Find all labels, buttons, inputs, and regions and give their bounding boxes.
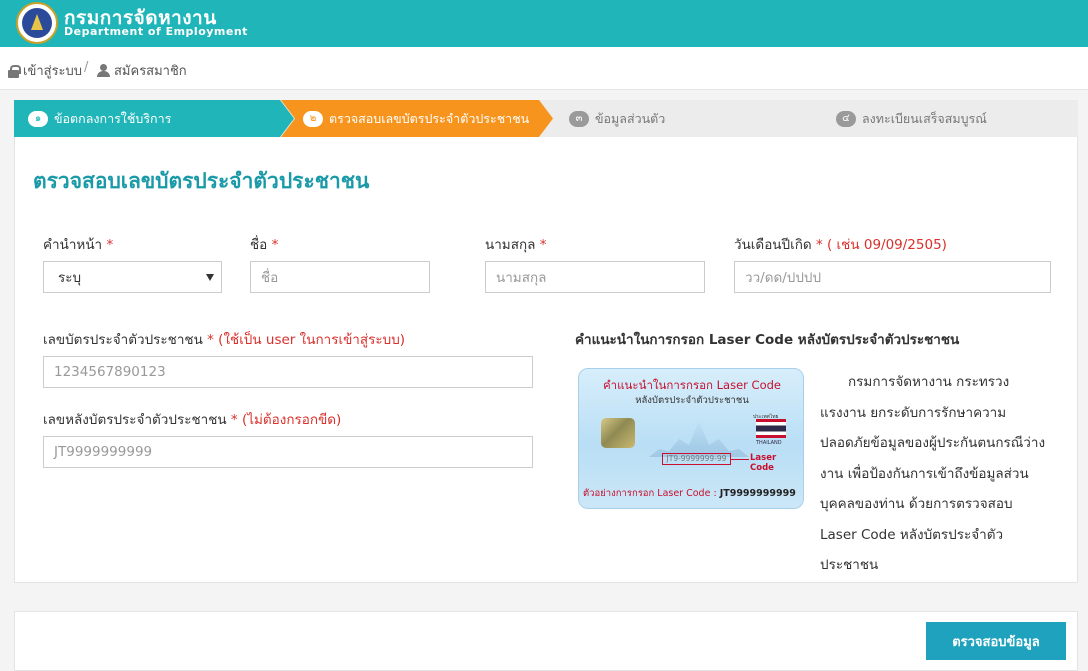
- laser-code-guide-title: คำแนะนำในการกรอก Laser Code หลังบัตรประจ…: [575, 332, 960, 348]
- lastname-input[interactable]: นามสกุล: [485, 261, 705, 293]
- id-card-back-illustration: คำแนะนำในการกรอก Laser Code หลังบัตรประจ…: [578, 368, 804, 509]
- lastname-label: นามสกุล *: [485, 237, 547, 253]
- card-laser-sample: JT9-9999999-99: [662, 453, 731, 465]
- laser-code-label: เลขหลังบัตรประจำตัวประชาชน * (ไม่ต้องกรอ…: [43, 412, 342, 428]
- site-header: กรมการจัดหางาน Department of Employment: [0, 0, 1088, 47]
- prefix-selected-value: ระบุ: [58, 270, 82, 286]
- birthdate-input[interactable]: วว/ดด/ปปปป: [734, 261, 1051, 293]
- laser-code-input[interactable]: JT9999999999: [43, 436, 533, 468]
- temple-watermark-icon: [649, 421, 749, 457]
- id-verification-panel: ตรวจสอบเลขบัตรประจำตัวประชาชน คำนำหน้า *…: [14, 137, 1078, 583]
- step-label: ข้อมูลส่วนตัว: [595, 110, 666, 126]
- step-terms: ๑ ข้อตกลงการใช้บริการ: [14, 100, 294, 137]
- card-guide-subtitle: หลังบัตรประจำตัวประชาชน: [635, 395, 749, 406]
- firstname-placeholder: ชื่อ: [261, 270, 279, 286]
- firstname-label: ชื่อ *: [250, 237, 279, 253]
- breadcrumb-register[interactable]: สมัครสมาชิก: [97, 60, 187, 81]
- id-number-label: เลขบัตรประจำตัวประชาชน * (ใช้เป็น user ใ…: [43, 332, 406, 348]
- step-registration-complete: ๔ ลงทะเบียนเสร็จสมบูรณ์: [836, 100, 1076, 137]
- verify-submit-button[interactable]: ตรวจสอบข้อมูล: [926, 622, 1066, 660]
- chip-icon: [601, 418, 635, 448]
- department-seal-logo[interactable]: [16, 2, 58, 44]
- prefix-label: คำนำหน้า *: [43, 237, 114, 253]
- lastname-placeholder: นามสกุล: [496, 270, 547, 286]
- step-number-badge: ๔: [836, 110, 856, 127]
- breadcrumb: เข้าสู่ระบบ / สมัครสมาชิก: [0, 47, 1088, 90]
- birthdate-label: วันเดือนปีเกิด * ( เช่น 09/09/2505): [734, 237, 947, 253]
- caret-down-icon: [206, 274, 214, 281]
- id-number-placeholder: 1234567890123: [54, 364, 166, 380]
- progress-steps: ๑ ข้อตกลงการใช้บริการ ๒ ตรวจสอบเลขบัตรปร…: [14, 100, 1078, 137]
- step-number-badge: ๑: [28, 110, 48, 127]
- id-number-input[interactable]: 1234567890123: [43, 356, 533, 388]
- user-icon: [97, 64, 110, 77]
- breadcrumb-separator: /: [84, 60, 89, 75]
- card-country: THAILAND: [756, 440, 782, 446]
- card-laser-label: Laser Code: [750, 453, 777, 473]
- step-number-badge: ๓: [569, 110, 589, 127]
- laser-pointer-line: [731, 459, 749, 460]
- step-label: ลงทะเบียนเสร็จสมบูรณ์: [862, 110, 987, 126]
- breadcrumb-login-link[interactable]: เข้าสู่ระบบ: [8, 60, 82, 81]
- brand-name-english: Department of Employment: [64, 25, 248, 38]
- breadcrumb-login-label: เข้าสู่ระบบ: [23, 64, 83, 79]
- breadcrumb-register-label: สมัครสมาชิก: [114, 64, 187, 79]
- step-number-badge: ๒: [303, 110, 323, 127]
- card-example: ตัวอย่างการกรอก Laser Code : JT999999999…: [583, 488, 796, 499]
- form-footer: ตรวจสอบข้อมูล: [14, 611, 1078, 671]
- step-label: ข้อตกลงการใช้บริการ: [54, 110, 172, 126]
- birthdate-placeholder: วว/ดด/ปปปป: [745, 270, 822, 286]
- firstname-input[interactable]: ชื่อ: [250, 261, 430, 293]
- laser-code-guide-description: กรมการจัดหางาน กระทรวงแรงงาน ยกระดับการร…: [820, 374, 1046, 573]
- step-personal-info: ๓ ข้อมูลส่วนตัว: [569, 100, 809, 137]
- step-id-verification: ๒ ตรวจสอบเลขบัตรประจำตัวประชาชน: [281, 100, 553, 137]
- prefix-select[interactable]: ระบุ: [43, 261, 222, 293]
- lock-icon: [8, 64, 21, 78]
- page-title: ตรวจสอบเลขบัตรประจำตัวประชาชน: [33, 169, 370, 193]
- step-label: ตรวจสอบเลขบัตรประจำตัวประชาชน: [329, 110, 530, 126]
- laser-code-placeholder: JT9999999999: [54, 444, 153, 460]
- thai-flag-icon: [756, 419, 786, 438]
